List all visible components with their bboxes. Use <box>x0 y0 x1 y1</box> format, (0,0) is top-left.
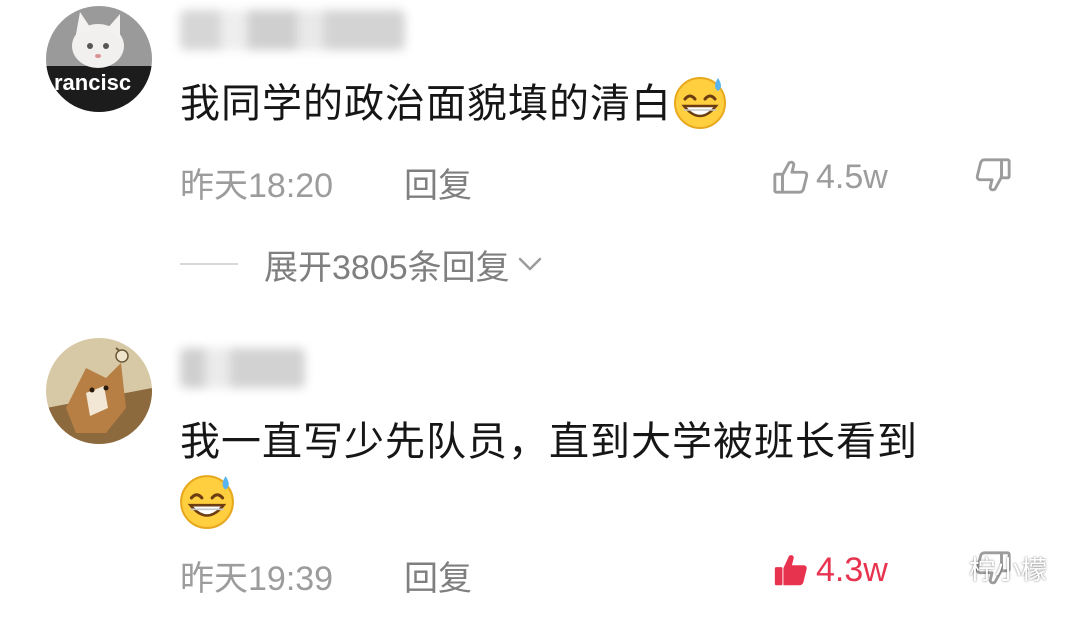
chevron-down-icon <box>518 257 541 271</box>
comment-text: 我同学的政治面貌填的清白 <box>180 74 728 134</box>
comment-text: 我一直写少先队员，直到大学被班长看到 <box>180 419 918 465</box>
comment-text-content: 我同学的政治面貌填的清白 <box>180 81 672 127</box>
comment-meta: 昨天19:39 回复 4.3w <box>180 545 1040 598</box>
username-blurred <box>180 10 405 50</box>
avatar[interactable]: rancisc <box>46 6 152 112</box>
thumbs-up-icon <box>773 160 809 194</box>
comment-time: 昨天18:20 <box>180 167 334 205</box>
comment-item-2: 我一直写少先队员，直到大学被班长看到 昨天19:39 回复 4.3w 柠小檬 <box>0 320 1077 625</box>
like-button[interactable]: 4.5w <box>772 152 888 202</box>
like-button[interactable]: 4.3w <box>772 545 888 595</box>
avatar-text: rancisc <box>54 70 131 95</box>
grinning-sweat-emoji-icon <box>180 475 234 529</box>
expand-replies-button[interactable]: 展开3805条回复 <box>180 242 544 287</box>
wechat-icon <box>929 555 962 581</box>
watermark: 柠小檬 <box>929 550 1047 587</box>
expand-replies-label: 展开3805条回复 <box>264 248 510 287</box>
thumbs-down-icon[interactable] <box>974 156 1012 194</box>
watermark-text: 柠小檬 <box>968 556 1047 586</box>
comment-meta: 昨天18:20 回复 4.5w <box>180 152 1040 205</box>
like-count: 4.5w <box>816 157 888 196</box>
like-count: 4.3w <box>816 550 888 589</box>
divider <box>180 263 238 265</box>
comment-item-1: rancisc 我同学的政治面貌填的清白 昨天18:20 回复 4.5w 展开3… <box>0 0 1077 320</box>
avatar[interactable] <box>46 338 152 444</box>
thumbs-up-icon <box>774 555 807 586</box>
reply-button[interactable]: 回复 <box>404 551 472 600</box>
reply-button[interactable]: 回复 <box>404 158 472 207</box>
grinning-sweat-emoji-icon <box>674 77 726 129</box>
comment-time: 昨天19:39 <box>180 560 334 598</box>
username-blurred <box>180 348 305 388</box>
